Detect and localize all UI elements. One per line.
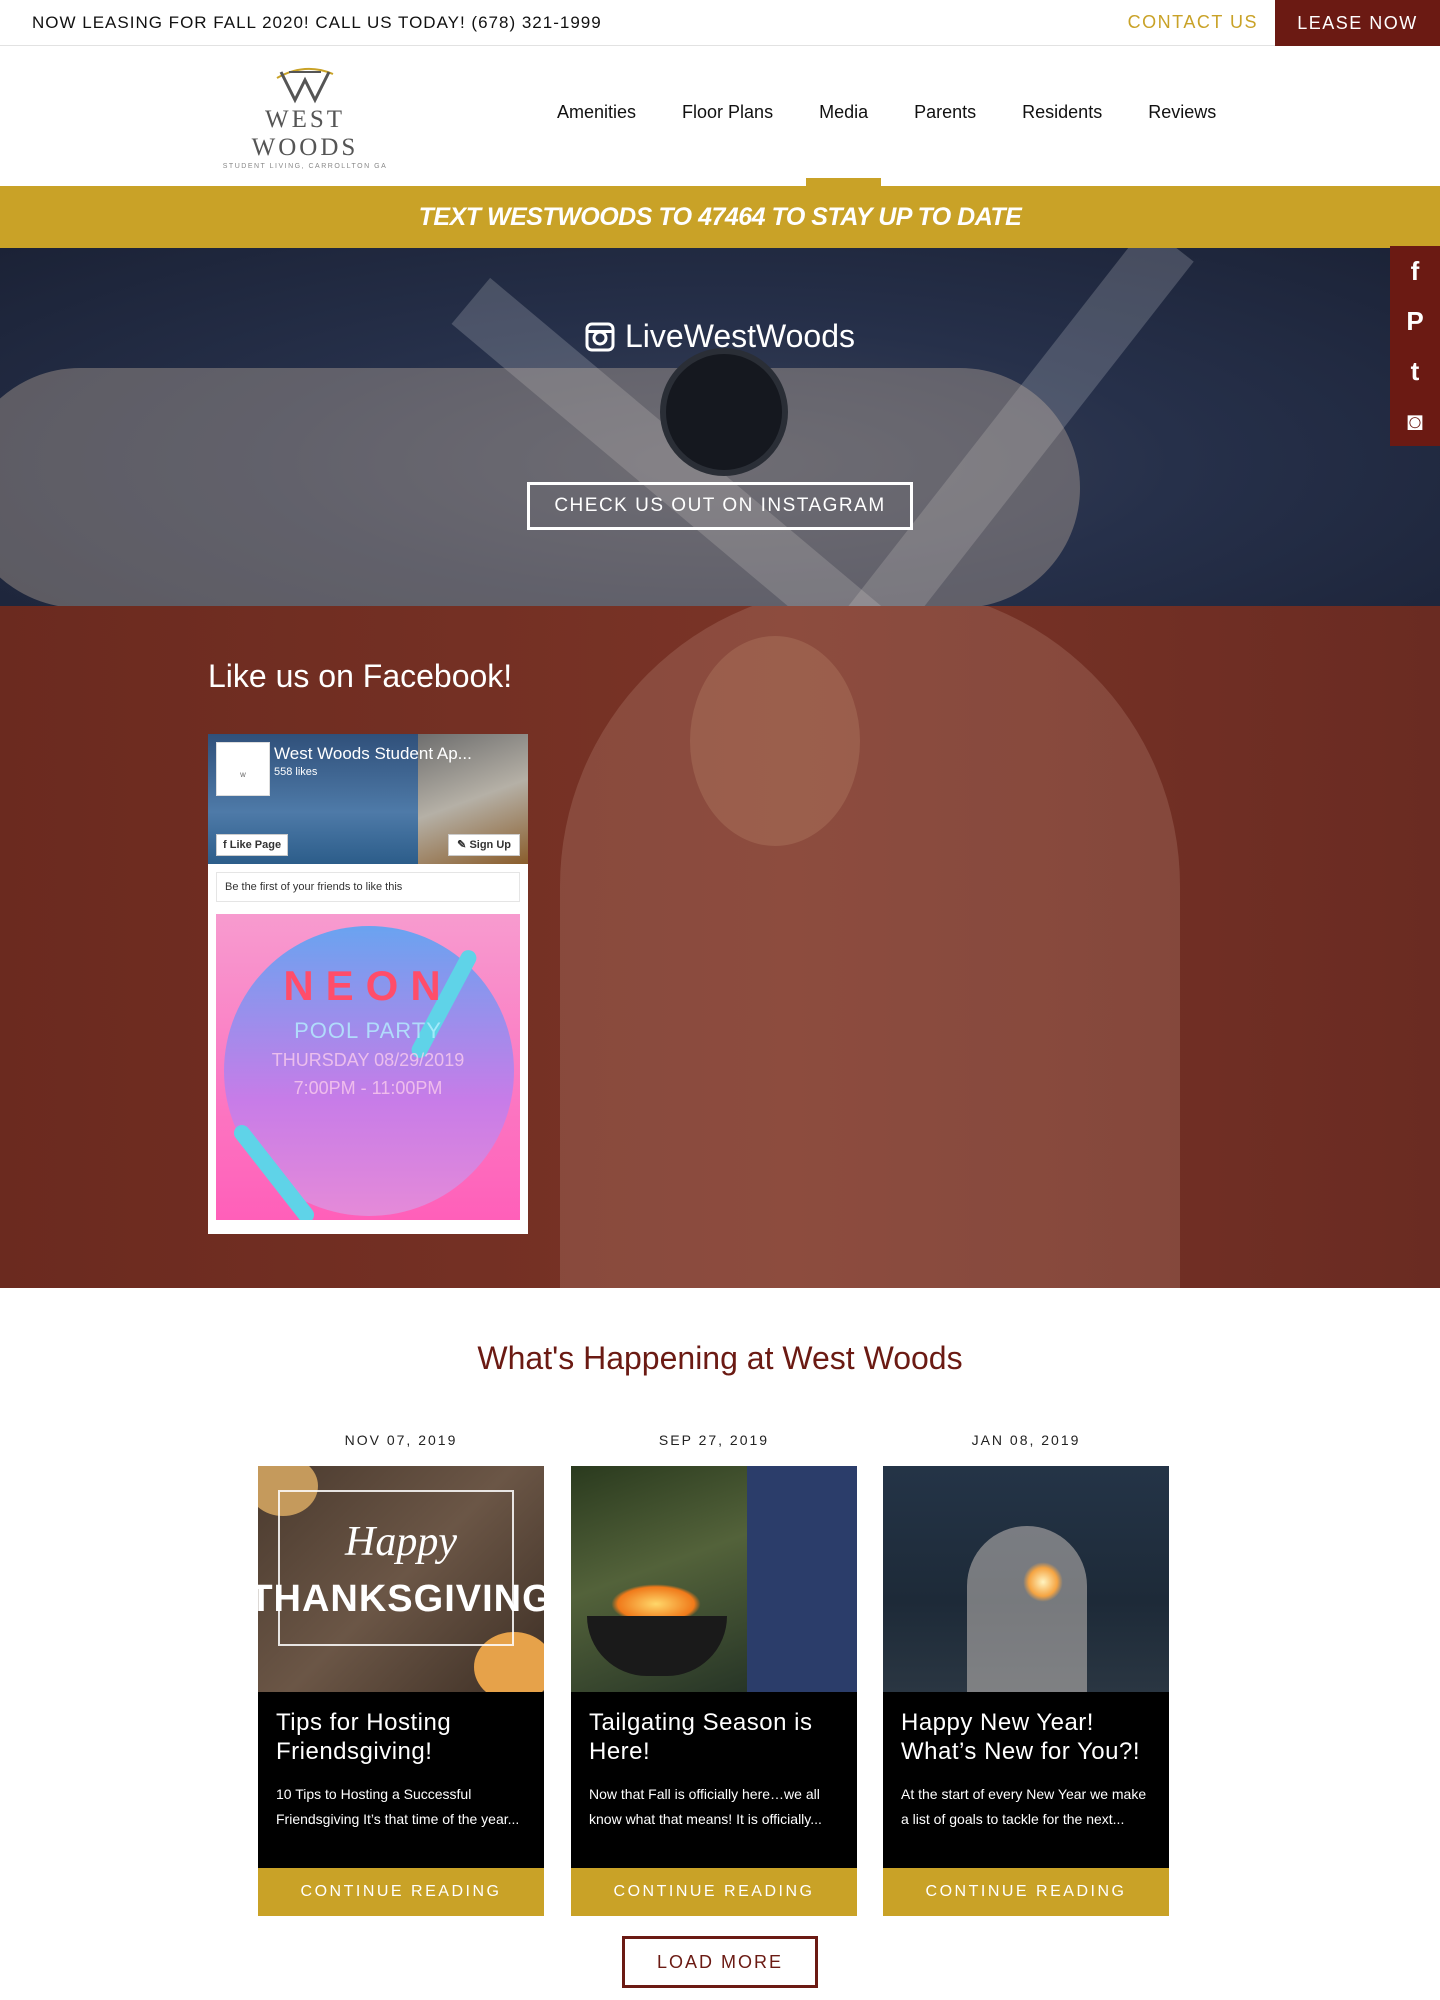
blog-card-body: Tips for Hosting Friendsgiving! 10 Tips … xyxy=(258,1692,544,1868)
facebook-like-page-button[interactable]: f Like Page xyxy=(216,834,289,856)
neon-title: NEON xyxy=(283,962,453,1009)
blog-section: What's Happening at West Woods NOV 07, 2… xyxy=(0,1288,1440,2000)
background-person-head xyxy=(690,636,860,846)
logo-tagline: STUDENT LIVING, CARROLLTON GA xyxy=(222,163,388,170)
blog-card-date: JAN 08, 2019 xyxy=(971,1432,1081,1448)
blog-card-excerpt: Now that Fall is officially here…we all … xyxy=(589,1786,822,1827)
nav-item-residents[interactable]: Residents xyxy=(999,46,1125,186)
text-alert-banner: TEXT WESTWOODS TO 47464 TO STAY UP TO DA… xyxy=(0,186,1440,248)
facebook-sign-up-button[interactable]: ✎ Sign Up xyxy=(448,834,520,856)
sparkler-image xyxy=(1023,1562,1063,1602)
facebook-f-icon: f xyxy=(223,839,230,851)
nav-item-amenities[interactable]: Amenities xyxy=(534,46,659,186)
blog-card-title[interactable]: Tailgating Season is Here! xyxy=(589,1708,839,1766)
instagram-handle-text: LiveWestWoods xyxy=(624,318,856,354)
blog-card-title[interactable]: Tips for Hosting Friendsgiving! xyxy=(276,1708,526,1766)
instagram-handle: LiveWestWoods xyxy=(0,318,1440,355)
twitter-icon[interactable]: t xyxy=(1390,346,1440,396)
leasing-promo-text: NOW LEASING FOR FALL 2020! CALL US TODAY… xyxy=(32,13,602,32)
facebook-friends-text: Be the first of your friends to like thi… xyxy=(216,872,520,902)
blog-card-image[interactable]: Happy THANKSGIVING xyxy=(258,1466,544,1692)
blog-card-excerpt: 10 Tips to Hosting a Successful Friendsg… xyxy=(276,1786,520,1827)
blog-card-excerpt: At the start of every New Year we make a… xyxy=(901,1786,1147,1827)
nav-item-floor-plans[interactable]: Floor Plans xyxy=(659,46,796,186)
sign-up-label: Sign Up xyxy=(469,839,511,851)
load-more-button[interactable]: LOAD MORE xyxy=(622,1936,818,1988)
facebook-page-widget: W West Woods Student Ap... 558 likes f L… xyxy=(208,734,528,1234)
main-nav: Amenities Floor Plans Media Parents Resi… xyxy=(534,46,1239,186)
image-text-thanksgiving: THANKSGIVING xyxy=(258,1578,544,1620)
blog-card-title[interactable]: Happy New Year! What’s New for You?! xyxy=(901,1708,1151,1766)
continue-reading-button[interactable]: CONTINUE READING xyxy=(258,1868,544,1916)
blog-card: NOV 07, 2019 Happy THANKSGIVING Tips for… xyxy=(258,1430,544,1916)
apron-image xyxy=(747,1466,857,1692)
neon-subtitle: POOL PARTY xyxy=(294,1018,442,1043)
blog-card-image[interactable] xyxy=(883,1466,1169,1692)
continue-reading-button[interactable]: CONTINUE READING xyxy=(883,1868,1169,1916)
logo-w-icon xyxy=(276,67,334,104)
facebook-page-avatar[interactable]: W xyxy=(216,742,270,796)
nav-item-reviews[interactable]: Reviews xyxy=(1125,46,1239,186)
site-header: WEST WOODS STUDENT LIVING, CARROLLTON GA… xyxy=(0,46,1440,186)
facebook-heading: Like us on Facebook! xyxy=(208,658,513,694)
pinterest-icon[interactable]: P xyxy=(1390,296,1440,346)
blog-card: JAN 08, 2019 Happy New Year! What’s New … xyxy=(883,1430,1169,1916)
blog-card: SEP 27, 2019 Tailgating Season is Here! … xyxy=(571,1430,857,1916)
logo-brand-name: WEST WOODS xyxy=(251,106,359,161)
nav-item-parents[interactable]: Parents xyxy=(891,46,999,186)
instagram-icon[interactable]: ◙ xyxy=(1390,396,1440,446)
blog-card-body: Tailgating Season is Here! Now that Fall… xyxy=(571,1692,857,1868)
instagram-cta-button[interactable]: CHECK US OUT ON INSTAGRAM xyxy=(527,482,913,530)
nav-item-media[interactable]: Media xyxy=(796,46,891,186)
grill-image xyxy=(587,1616,727,1676)
lease-now-button[interactable]: LEASE NOW xyxy=(1275,0,1440,47)
image-frame xyxy=(278,1490,514,1646)
contact-us-link[interactable]: CONTACT US xyxy=(1128,0,1258,45)
continue-reading-button[interactable]: CONTINUE READING xyxy=(571,1868,857,1916)
social-sidebar: f P t ◙ xyxy=(1390,246,1440,446)
facebook-icon[interactable]: f xyxy=(1390,246,1440,296)
top-bar: NOW LEASING FOR FALL 2020! CALL US TODAY… xyxy=(0,0,1440,47)
facebook-section: Like us on Facebook! W West Woods Studen… xyxy=(0,606,1440,1288)
blog-heading: What's Happening at West Woods xyxy=(477,1340,963,1376)
background-person-image xyxy=(560,606,1180,1288)
neon-time: 7:00PM - 11:00PM xyxy=(293,1078,443,1098)
west-woods-logo[interactable]: WEST WOODS STUDENT LIVING, CARROLLTON GA xyxy=(212,64,398,170)
facebook-page-name[interactable]: West Woods Student Ap... xyxy=(274,744,472,764)
background-watch-image xyxy=(660,348,788,476)
facebook-likes-count: 558 likes xyxy=(274,766,318,778)
like-page-label: Like Page xyxy=(229,839,282,851)
neon-date: THURSDAY 08/29/2019 xyxy=(271,1050,465,1070)
blog-card-date: NOV 07, 2019 xyxy=(344,1432,458,1448)
pencil-icon: ✎ xyxy=(457,839,470,851)
instagram-icon xyxy=(585,322,615,352)
blog-card-body: Happy New Year! What’s New for You?! At … xyxy=(883,1692,1169,1868)
image-text-happy: Happy xyxy=(345,1519,457,1565)
instagram-section: LiveWestWoods CHECK US OUT ON INSTAGRAM xyxy=(0,248,1440,606)
blog-card-date: SEP 27, 2019 xyxy=(658,1432,770,1448)
facebook-post-image[interactable]: NEON POOL PARTY THURSDAY 08/29/2019 7:00… xyxy=(216,914,520,1220)
blog-card-image[interactable] xyxy=(571,1466,857,1692)
person-image xyxy=(967,1526,1087,1692)
